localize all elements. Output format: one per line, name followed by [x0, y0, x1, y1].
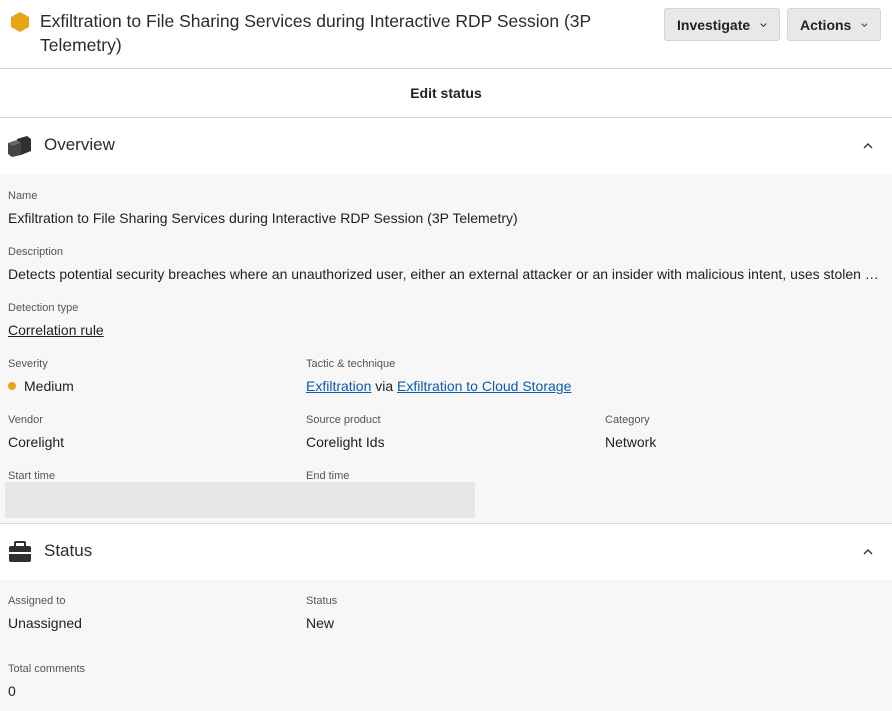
- end-time-label: End time: [306, 470, 350, 482]
- via-text: via: [375, 378, 394, 394]
- category-value: Network: [605, 434, 657, 450]
- source-product-label: Source product: [306, 414, 381, 426]
- name-value: Exfiltration to File Sharing Services du…: [8, 210, 518, 226]
- assigned-to-label: Assigned to: [8, 595, 66, 607]
- status-section-header[interactable]: Status: [0, 523, 892, 580]
- edit-status-button[interactable]: Edit status: [410, 85, 482, 101]
- time-loading-placeholder: [5, 482, 475, 518]
- briefcase-icon: [9, 541, 31, 562]
- investigate-button[interactable]: Investigate: [664, 8, 780, 41]
- technique-link[interactable]: Exfiltration to Cloud Storage: [397, 378, 571, 394]
- vendor-value: Corelight: [8, 434, 65, 450]
- chevron-up-icon[interactable]: [862, 547, 874, 557]
- status-label: Status: [306, 595, 338, 607]
- detection-title: Exfiltration to File Sharing Services du…: [40, 11, 591, 55]
- detection-header: Exfiltration to File Sharing Services du…: [0, 0, 892, 69]
- actions-button-label: Actions: [800, 16, 852, 33]
- severity-value: Medium: [24, 378, 74, 394]
- severity-label: Severity: [8, 358, 48, 370]
- chevron-down-icon: [861, 22, 868, 27]
- investigate-button-label: Investigate: [677, 16, 751, 33]
- name-label: Name: [8, 190, 38, 202]
- chevron-down-icon: [760, 22, 767, 27]
- source-product-value: Corelight Ids: [306, 434, 385, 450]
- actions-button[interactable]: Actions: [787, 8, 881, 41]
- detection-type-link[interactable]: Correlation rule: [8, 322, 104, 338]
- detection-type-label: Detection type: [8, 302, 79, 314]
- overview-cubes-icon: [8, 136, 31, 157]
- description-label: Description: [8, 246, 64, 258]
- severity-hexagon-icon: [11, 12, 29, 32]
- overview-section-header[interactable]: Overview: [0, 118, 892, 174]
- chevron-up-icon[interactable]: [862, 141, 874, 151]
- status-title: Status: [44, 541, 93, 560]
- status-value: New: [306, 615, 335, 631]
- assigned-to-value: Unassigned: [8, 615, 82, 631]
- tactic-link[interactable]: Exfiltration: [306, 378, 371, 394]
- category-label: Category: [605, 414, 650, 426]
- overview-title: Overview: [44, 135, 115, 154]
- tactic-technique-label: Tactic & technique: [306, 358, 396, 370]
- total-comments-value: 0: [8, 683, 16, 699]
- total-comments-label: Total comments: [8, 663, 86, 675]
- description-value: Detects potential security breaches wher…: [8, 266, 882, 282]
- severity-dot-icon: [8, 382, 16, 390]
- start-time-label: Start time: [8, 470, 56, 482]
- vendor-label: Vendor: [8, 414, 43, 426]
- tactic-technique-value: Exfiltration via Exfiltration to Cloud S…: [306, 378, 571, 394]
- edit-status-bar: Edit status: [0, 69, 892, 118]
